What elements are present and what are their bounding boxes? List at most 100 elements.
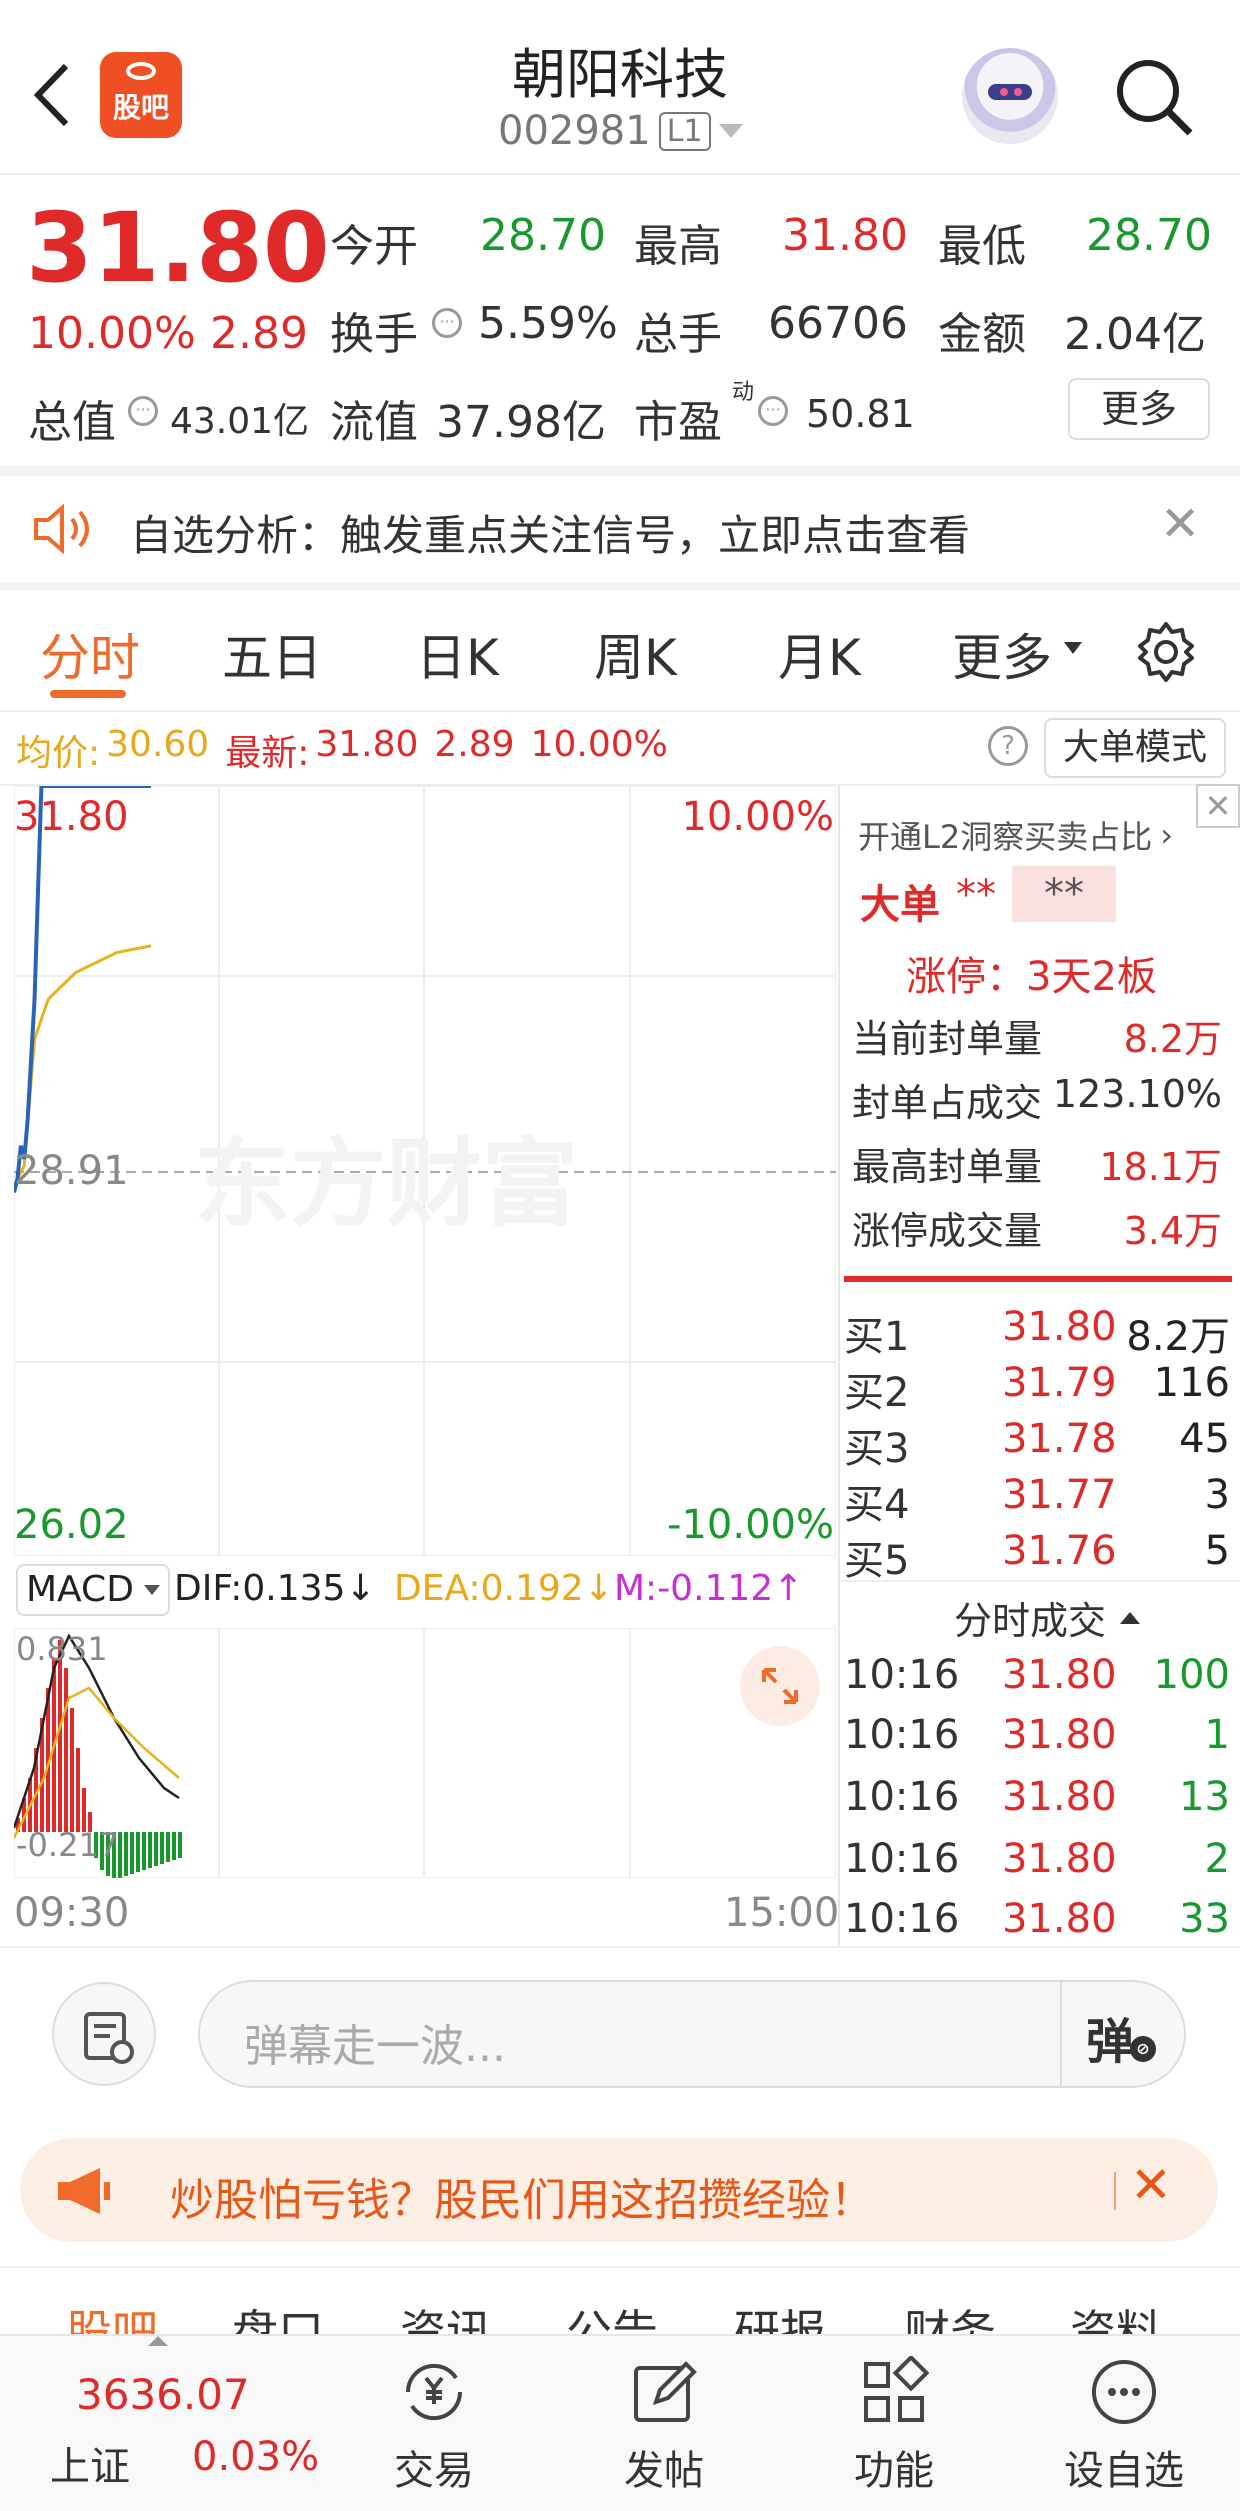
- l2-link-text: 开通L2洞察买卖占比: [858, 818, 1153, 856]
- l2-link[interactable]: 开通L2洞察买卖占比 ›: [858, 812, 1173, 858]
- tick-price: 31.80: [1002, 1712, 1117, 1758]
- bid-vol: 3: [1204, 1472, 1230, 1518]
- current-price: 31.80: [26, 192, 330, 304]
- back-button[interactable]: [28, 60, 78, 130]
- bid-price: 31.78: [1002, 1416, 1117, 1462]
- limit-row-value: 3.4万: [1123, 1209, 1222, 1253]
- bid-vol: 116: [1153, 1360, 1230, 1406]
- guba-logo[interactable]: 股吧: [100, 52, 182, 138]
- macd-top-label: 0.831: [16, 1630, 108, 1668]
- side-panel: [838, 786, 840, 1946]
- tick-time: 10:16: [844, 1652, 960, 1698]
- close-icon[interactable]: ✕: [1160, 496, 1200, 552]
- gear-icon[interactable]: [1134, 620, 1198, 684]
- max-pct-label: 10.00%: [681, 794, 834, 840]
- float-value: 37.98亿: [436, 397, 606, 448]
- nav-trade-label: 交易: [394, 2448, 474, 2494]
- more-button[interactable]: 更多: [1068, 378, 1210, 440]
- end-time: 15:00: [724, 1890, 840, 1936]
- index-name: 上证: [50, 2444, 130, 2490]
- info-circle-icon[interactable]: ···: [758, 396, 788, 426]
- limit-row-value: 123.10%: [1052, 1072, 1222, 1116]
- notice-bar[interactable]: 自选分析：触发重点关注信号，立即点击查看 ✕: [0, 476, 1240, 582]
- turnover-label: 换手: [330, 309, 418, 360]
- level-badge: L1: [658, 111, 711, 151]
- nav-post[interactable]: 发帖: [564, 2336, 764, 2511]
- mktcap-label: 总值: [28, 397, 116, 448]
- bid-price: 31.76: [1002, 1528, 1117, 1574]
- note-button[interactable]: [52, 1982, 156, 2086]
- volume-value: 66706: [768, 298, 908, 349]
- expand-button[interactable]: [740, 1646, 820, 1726]
- close-icon[interactable]: ✕: [1130, 2156, 1172, 2214]
- stock-code-row[interactable]: 002981 L1: [498, 108, 743, 154]
- change-pct: 10.00%: [28, 308, 196, 359]
- turnover-value: 5.59%: [478, 298, 618, 349]
- limit-row-value: 18.1万: [1099, 1145, 1222, 1189]
- pe-value: 50.81: [806, 392, 915, 436]
- chart-watermark: 东方财富: [194, 1128, 578, 1240]
- chevron-right-icon: ›: [1160, 816, 1173, 854]
- promo-banner[interactable]: 炒股怕亏钱？股民们用这招攒经验！ ✕: [20, 2138, 1218, 2242]
- low-value: 28.70: [1086, 210, 1212, 261]
- tab-week-k[interactable]: 周K: [594, 618, 677, 690]
- start-time: 09:30: [14, 1890, 130, 1936]
- tab-intraday[interactable]: 分时: [40, 618, 140, 690]
- promo-text: 炒股怕亏钱？股民们用这招攒经验！: [170, 2175, 874, 2226]
- macd-chart[interactable]: 0.831 -0.217: [14, 1628, 836, 1878]
- search-button[interactable]: [1112, 55, 1196, 139]
- tab-month-k[interactable]: 月K: [778, 618, 861, 690]
- bid-vol: 45: [1179, 1416, 1230, 1462]
- amount-label: 金额: [938, 309, 1026, 360]
- pe-sup: 动: [732, 380, 755, 405]
- info-bar: 均价: 30.60 最新: 31.80 2.89 10.00%: [16, 724, 668, 776]
- limit-row-value: 8.2万: [1123, 1017, 1222, 1061]
- limit-row-label: 封单占成交: [852, 1081, 1043, 1125]
- help-icon[interactable]: ?: [988, 726, 1028, 766]
- macd-label: MACD: [26, 1569, 134, 1610]
- bid-vol: 8.2万: [1126, 1314, 1230, 1360]
- high-label: 最高: [634, 221, 722, 272]
- nav-post-label: 发帖: [624, 2448, 704, 2494]
- min-pct-label: -10.00%: [667, 1502, 834, 1548]
- nav-add-watchlist[interactable]: 设自选: [1024, 2336, 1224, 2511]
- mute-icon: ⊘: [1130, 2036, 1156, 2062]
- limit-row-label: 最高封单量: [852, 1145, 1043, 1189]
- promo-divider: [1114, 2172, 1116, 2210]
- limit-row: 最高封单量 18.1万: [852, 1136, 1222, 1189]
- macd-selector[interactable]: MACD: [16, 1564, 170, 1616]
- nav-trade[interactable]: 交易: [334, 2336, 534, 2511]
- more-circle-icon: [1092, 2360, 1156, 2424]
- info-circle-icon[interactable]: ···: [128, 396, 158, 426]
- tick-price: 31.80: [1002, 1652, 1117, 1698]
- mktcap-value: 43.01亿: [170, 401, 310, 442]
- max-price-label: 31.80: [14, 794, 129, 840]
- intraday-chart[interactable]: 东方财富 31.80 10.00% 28.91 26.02 -10.00%: [14, 786, 836, 1556]
- ticks-header[interactable]: 分时成交: [954, 1590, 1141, 1645]
- big-order-mode-button[interactable]: 大单模式: [1044, 718, 1226, 778]
- tick-time: 10:16: [844, 1774, 960, 1820]
- tab-five-day[interactable]: 五日: [222, 618, 322, 690]
- divider: [844, 1276, 1232, 1282]
- close-icon[interactable]: ✕: [1196, 784, 1240, 828]
- bid-label: 买3: [844, 1426, 910, 1472]
- tick-vol: 2: [1204, 1836, 1230, 1882]
- tab-day-k[interactable]: 日K: [416, 618, 499, 690]
- info-circle-icon[interactable]: ···: [432, 308, 462, 338]
- input-divider: [1060, 1982, 1062, 2086]
- bid-vol: 5: [1204, 1528, 1230, 1574]
- robot-avatar-icon[interactable]: [962, 48, 1058, 144]
- nav-functions[interactable]: 功能: [794, 2336, 994, 2511]
- bid-label: 买1: [844, 1314, 910, 1360]
- tick-price: 31.80: [1002, 1836, 1117, 1882]
- tab-more[interactable]: 更多: [952, 618, 1052, 690]
- low-label: 最低: [938, 221, 1026, 272]
- danmu-toggle-button[interactable]: 弹 ⊘: [1086, 2002, 1166, 2070]
- bid-price: 31.79: [1002, 1360, 1117, 1406]
- open-label: 今开: [330, 221, 418, 272]
- tick-price: 31.80: [1002, 1896, 1117, 1942]
- stock-title: 朝阳科技: [512, 43, 728, 106]
- index-widget[interactable]: 3636.07 上证 0.03%: [0, 2336, 330, 2511]
- notice-text: 自选分析：触发重点关注信号，立即点击查看: [130, 511, 971, 560]
- danmu-input[interactable]: 弹幕走一波... 弹 ⊘: [198, 1980, 1186, 2088]
